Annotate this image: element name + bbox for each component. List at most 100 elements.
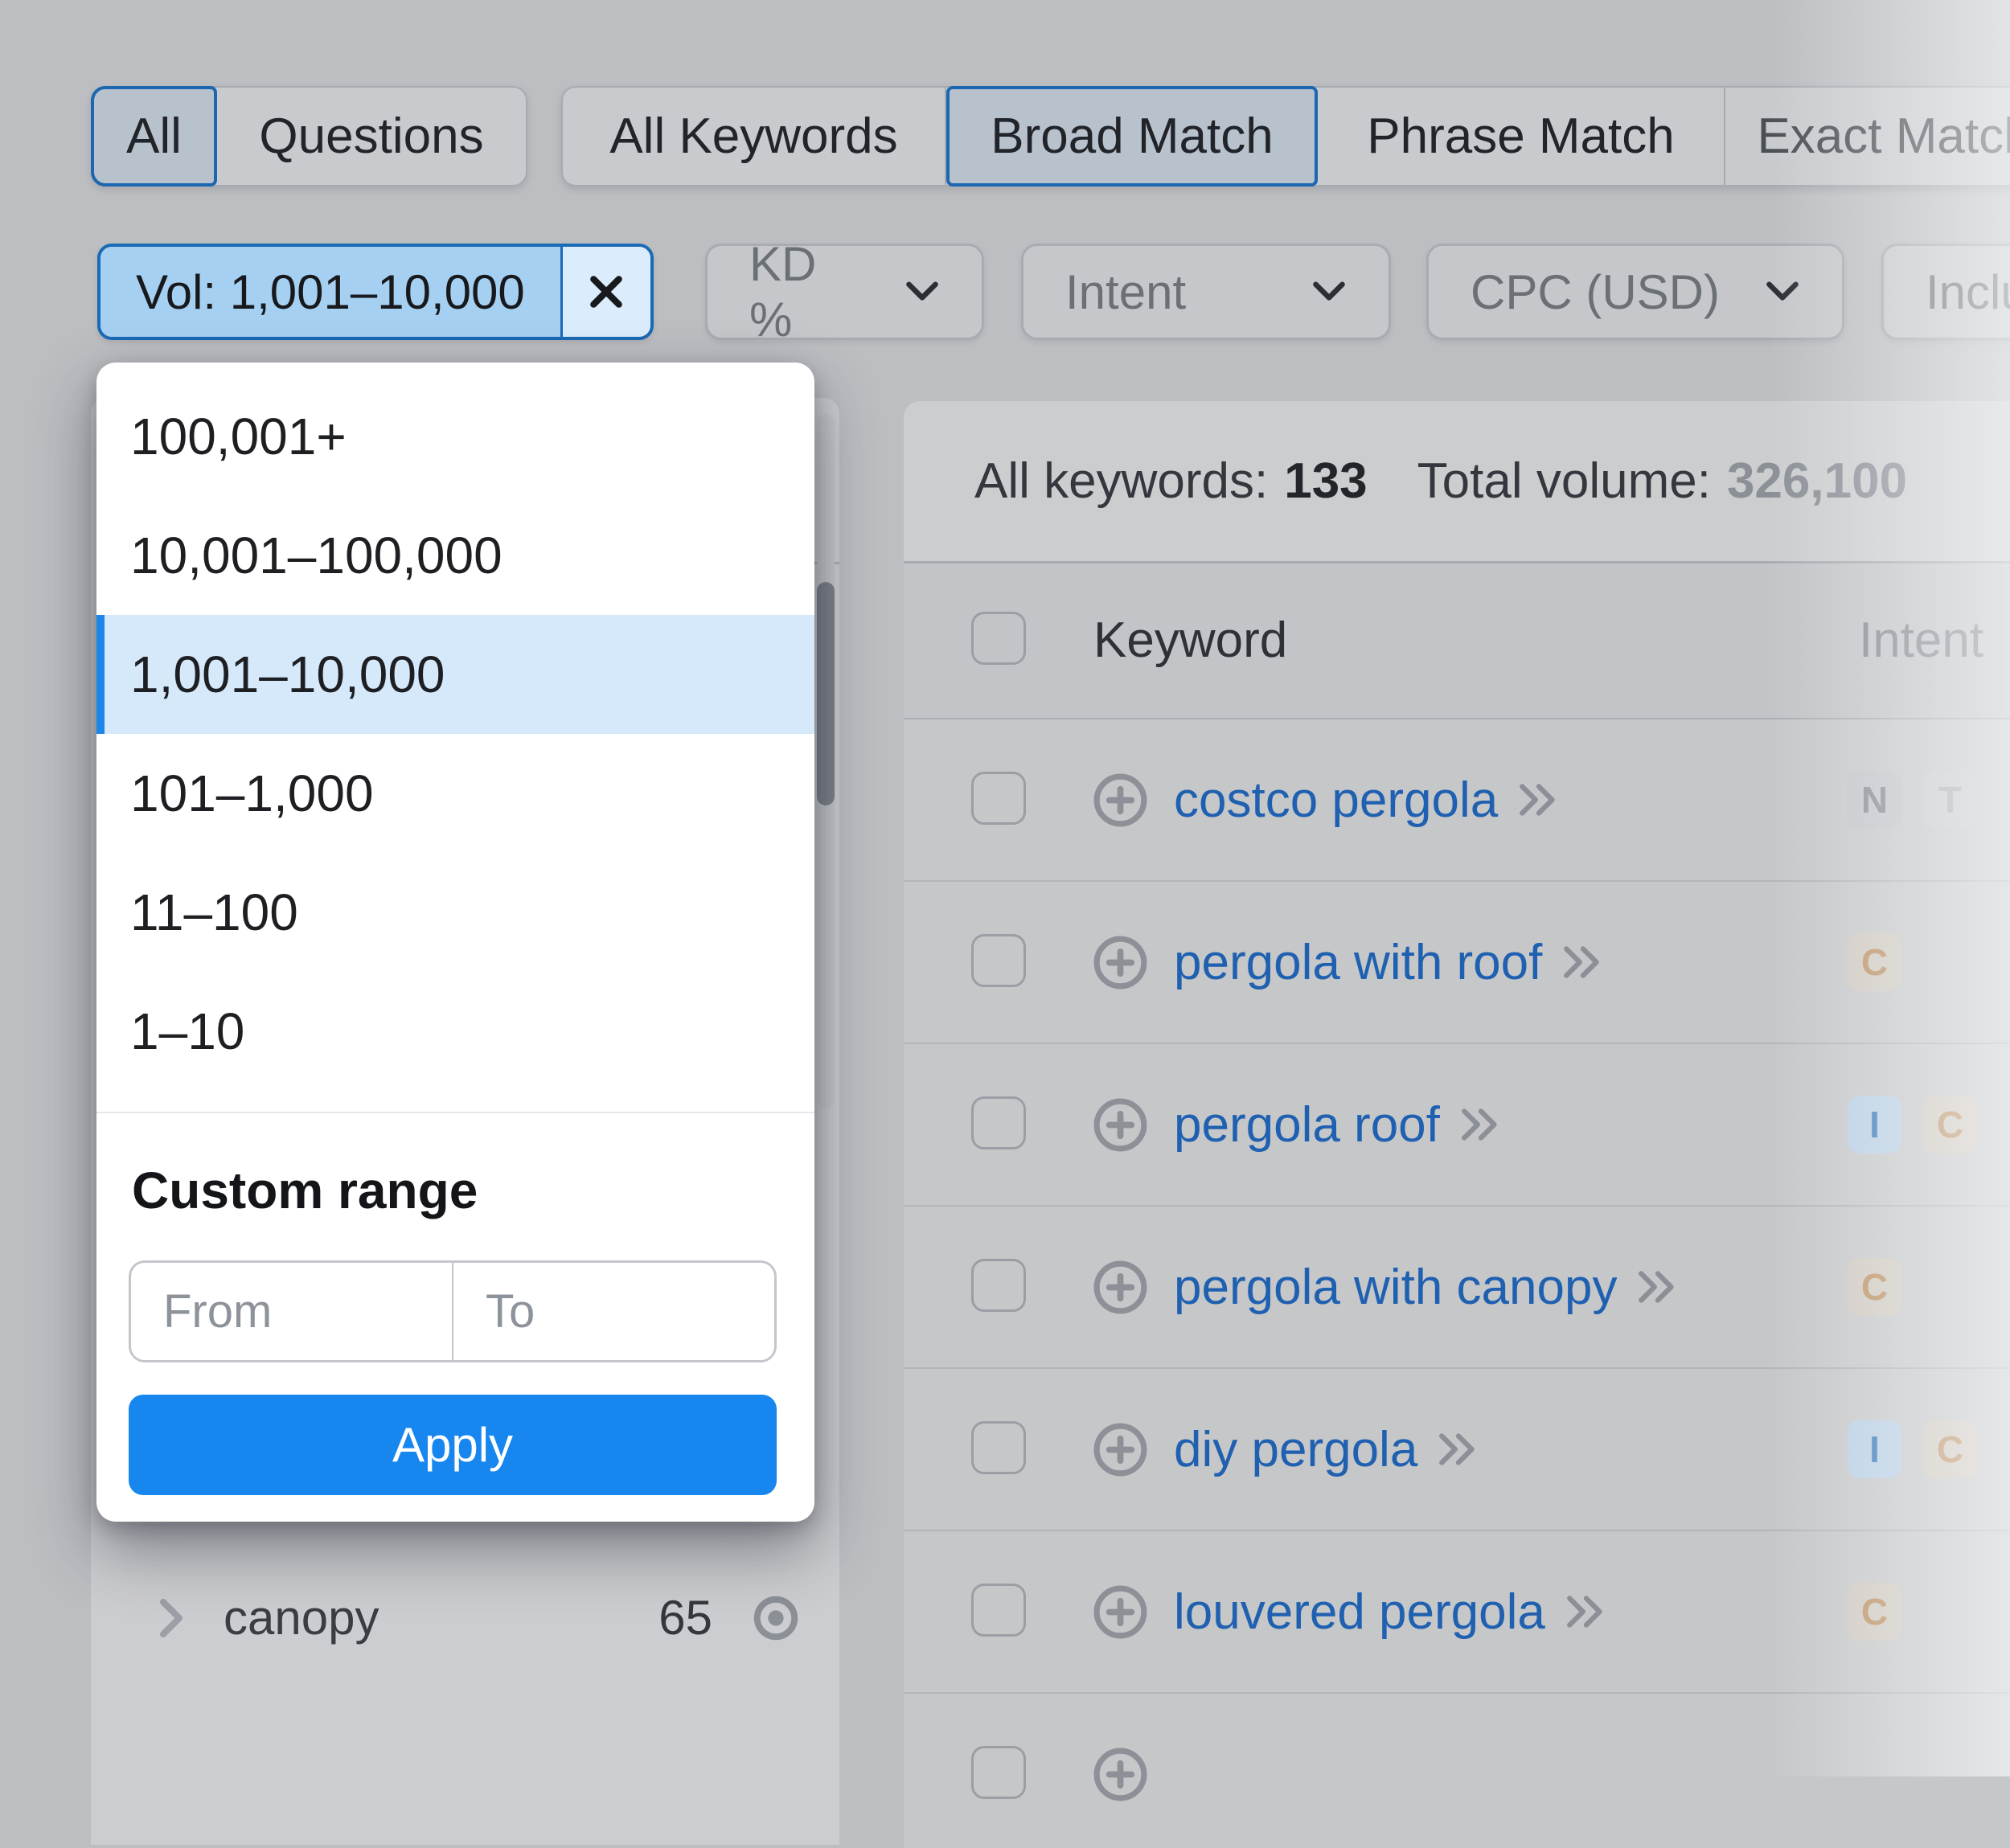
table-row: diy pergola I C <box>904 1369 2010 1531</box>
volume-option-1-10[interactable]: 1–10 <box>96 972 814 1091</box>
tab-phrase-match[interactable]: Phrase Match <box>1318 88 1725 185</box>
all-keywords-label: All keywords: <box>974 453 1269 509</box>
keyword-link[interactable]: pergola with roof <box>1174 934 1542 991</box>
sidebar-scrollbar-thumb[interactable] <box>817 582 835 805</box>
table-row: pergola with canopy C <box>904 1207 2010 1369</box>
filter-chip-intent[interactable]: Intent <box>1021 244 1391 340</box>
row-checkbox[interactable] <box>971 934 1026 987</box>
all-keywords-value: 133 <box>1284 453 1368 509</box>
filter-chip-label: KD % <box>749 237 817 346</box>
keyword-link[interactable]: costco pergola <box>1174 772 1498 829</box>
filter-chip-cpc-usd-[interactable]: CPC (USD) <box>1426 244 1844 340</box>
keyword-link[interactable]: pergola with canopy <box>1174 1259 1617 1316</box>
open-keyword-icon[interactable] <box>1517 780 1562 820</box>
open-keyword-icon[interactable] <box>1565 1592 1610 1632</box>
volume-option-10-001-100-000[interactable]: 10,001–100,000 <box>96 496 814 615</box>
add-keyword-icon[interactable] <box>1090 1744 1151 1805</box>
chevron-down-icon <box>1765 280 1800 304</box>
row-checkbox[interactable] <box>971 1259 1026 1312</box>
volume-filter-chip[interactable]: Vol: 1,001–10,000 <box>97 244 654 340</box>
filter-chip-kd-[interactable]: KD % <box>705 237 984 346</box>
chevron-down-icon <box>904 280 940 304</box>
volume-option-101-1-000[interactable]: 101–1,000 <box>96 734 814 853</box>
total-volume-label: Total volume: <box>1417 453 1711 509</box>
tab-exact-match[interactable]: Exact Match <box>1725 88 2010 185</box>
row-checkbox[interactable] <box>971 1746 1026 1799</box>
apply-button[interactable]: Apply <box>129 1395 777 1495</box>
tab-all-keywords[interactable]: All Keywords <box>563 88 946 185</box>
intent-badge-t: T <box>1923 771 1977 829</box>
volume-option-100-001+[interactable]: 100,001+ <box>96 377 814 496</box>
intent-badges: C <box>1848 933 1901 991</box>
dropdown-divider <box>96 1112 814 1113</box>
filter-chip-label: Intent <box>1065 264 1187 319</box>
custom-range-from-input[interactable] <box>129 1260 453 1362</box>
column-header-intent: Intent <box>1859 613 1984 668</box>
volume-option-1-001-10-000[interactable]: 1,001–10,000 <box>96 615 814 734</box>
keyword-cell: diy pergola <box>1174 1369 1482 1530</box>
intent-badge-c: C <box>1923 1420 1977 1478</box>
intent-badge-c: C <box>1848 1583 1901 1641</box>
column-header-keyword: Keyword <box>1093 613 1288 668</box>
tab-group-question-filter: All Questions <box>91 86 527 186</box>
tab-all[interactable]: All <box>91 86 217 186</box>
table-row: pergola with roof C <box>904 882 2010 1044</box>
intent-badges: NT <box>1848 771 1977 829</box>
sidebar-group-count: 65 <box>658 1591 712 1645</box>
open-keyword-icon[interactable] <box>1437 1429 1482 1469</box>
add-keyword-icon[interactable] <box>1090 932 1151 993</box>
add-keyword-icon[interactable] <box>1090 1582 1151 1642</box>
keyword-cell: pergola with canopy <box>1174 1207 1681 1367</box>
table-row: louvered pergola C <box>904 1531 2010 1694</box>
open-keyword-icon[interactable] <box>1459 1104 1504 1145</box>
intent-badges: C <box>1848 1258 1901 1316</box>
tab-group-match-type: All Keywords Broad Match Phrase Match Exact… <box>561 86 2010 186</box>
open-keyword-icon[interactable] <box>1636 1267 1681 1307</box>
eye-icon[interactable] <box>749 1591 803 1645</box>
add-keyword-icon[interactable] <box>1090 770 1151 830</box>
keyword-cell: pergola roof <box>1174 1044 1504 1205</box>
intent-badge-i: I <box>1848 1420 1901 1478</box>
row-checkbox[interactable] <box>971 1421 1026 1474</box>
intent-badge-n: N <box>1848 771 1901 829</box>
row-checkbox[interactable] <box>971 1584 1026 1637</box>
keyword-cell: costco pergola <box>1174 719 1562 880</box>
tab-broad-match[interactable]: Broad Match <box>946 86 1318 186</box>
volume-filter-label: Vol: 1,001–10,000 <box>100 247 560 337</box>
intent-badge-c: C <box>1848 933 1901 991</box>
intent-badge-c: C <box>1848 1258 1901 1316</box>
filter-chip-include[interactable]: Include <box>1881 244 2010 340</box>
add-keyword-icon[interactable] <box>1090 1257 1151 1317</box>
intent-badges: IC <box>1848 1420 1977 1478</box>
results-table-card: All keywords: 133 Total volume: 326,100 … <box>904 401 2010 1848</box>
custom-range-to-input[interactable] <box>453 1260 777 1362</box>
chevron-down-icon <box>1311 280 1347 304</box>
row-checkbox[interactable] <box>971 1096 1026 1149</box>
custom-range-title: Custom range <box>132 1162 478 1219</box>
select-all-checkbox[interactable] <box>971 612 1026 665</box>
table-header: Keyword Intent <box>904 563 2010 719</box>
intent-badge-i: I <box>1848 1096 1901 1153</box>
keyword-cell: pergola with roof <box>1174 882 1606 1043</box>
tab-questions[interactable]: Questions <box>217 88 526 185</box>
keyword-link[interactable]: pergola roof <box>1174 1096 1440 1153</box>
sidebar-group-label: canopy <box>224 1591 379 1645</box>
sidebar-group-canopy[interactable]: canopy 65 <box>91 1571 839 1664</box>
intent-badges: IC <box>1848 1096 1977 1153</box>
keyword-link[interactable]: diy pergola <box>1174 1421 1417 1478</box>
results-summary-bar: All keywords: 133 Total volume: 326,100 <box>904 401 2010 563</box>
filter-chip-label: Include <box>1926 264 2010 319</box>
custom-range-inputs <box>129 1260 777 1362</box>
table-row: costco pergola N T <box>904 719 2010 882</box>
add-keyword-icon[interactable] <box>1090 1095 1151 1155</box>
add-keyword-icon[interactable] <box>1090 1420 1151 1480</box>
keyword-link[interactable]: louvered pergola <box>1174 1584 1545 1641</box>
table-row <box>904 1694 2010 1848</box>
close-icon <box>585 270 628 313</box>
volume-filter-clear-button[interactable] <box>560 247 650 337</box>
open-keyword-icon[interactable] <box>1561 942 1606 982</box>
row-checkbox[interactable] <box>971 772 1026 825</box>
chevron-right-icon <box>157 1597 186 1639</box>
volume-option-11-100[interactable]: 11–100 <box>96 853 814 972</box>
total-volume-value: 326,100 <box>1726 453 1908 509</box>
